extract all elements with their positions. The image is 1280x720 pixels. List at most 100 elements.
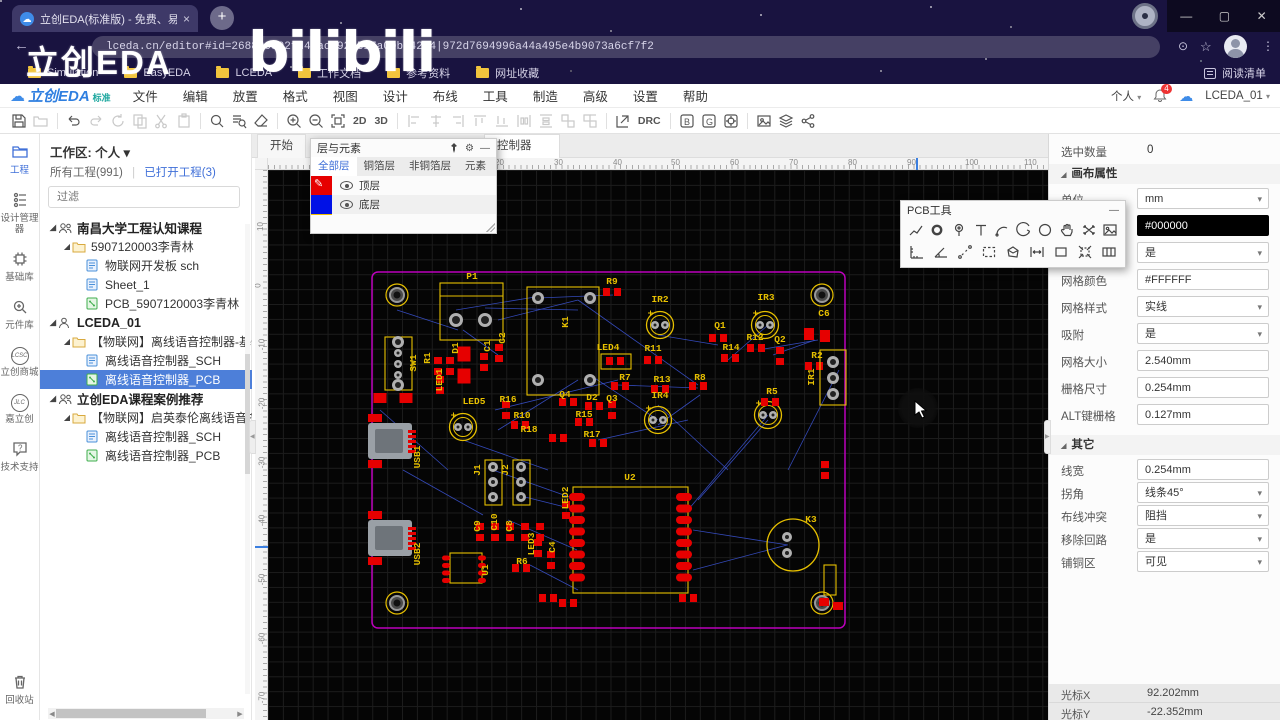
notifications-bell-icon[interactable]: 4 bbox=[1153, 84, 1172, 103]
search-icon[interactable] bbox=[206, 111, 228, 131]
solid-region-icon[interactable] bbox=[1003, 243, 1023, 261]
tools-minimize-icon[interactable]: — bbox=[1109, 205, 1119, 216]
scrollbar-thumb[interactable] bbox=[56, 709, 206, 718]
save-icon[interactable] bbox=[8, 111, 30, 131]
tree-caret-icon[interactable]: ◢ bbox=[48, 318, 58, 327]
bookmark-item[interactable]: LCEDA bbox=[216, 66, 272, 79]
origin-icon[interactable] bbox=[1075, 243, 1095, 261]
project-filter-input[interactable] bbox=[48, 186, 240, 208]
toolbar-drc-button[interactable]: DRC bbox=[634, 115, 665, 127]
property-select[interactable]: 是 ▾ bbox=[1137, 528, 1269, 549]
tree-item[interactable]: PCB_5907120003李青林 bbox=[40, 294, 252, 313]
circle-icon[interactable] bbox=[1037, 221, 1055, 239]
board-target-icon[interactable] bbox=[720, 111, 742, 131]
board-b-icon[interactable]: B bbox=[676, 111, 698, 131]
property-input[interactable]: #FFFFFF bbox=[1137, 269, 1269, 290]
new-tab-button[interactable]: + bbox=[210, 6, 234, 30]
personal-menu[interactable]: 个人 ▾ bbox=[1111, 88, 1141, 104]
all-projects-link[interactable]: 所有工程(991) bbox=[50, 167, 123, 179]
bookmark-item[interactable]: Simulation bbox=[28, 66, 98, 79]
track-icon[interactable] bbox=[907, 221, 925, 239]
property-select[interactable]: 是 ▾ bbox=[1137, 242, 1269, 263]
bookmark-item[interactable]: 参考资料 bbox=[387, 65, 450, 81]
rail-item-基础库[interactable]: 基础库 bbox=[0, 251, 40, 283]
menu-设置[interactable]: 设置 bbox=[633, 86, 658, 105]
tree-item[interactable]: ◢ 【物联网】启英泰伦离线语音控制器 - V2.0 bbox=[40, 408, 252, 427]
browser-tab[interactable]: ☁ 立创EDA(标准版) - 免费、易用 × bbox=[12, 5, 198, 32]
layers-tab-全部层[interactable]: 全部层 bbox=[311, 157, 357, 176]
layers-icon[interactable] bbox=[775, 111, 797, 131]
property-select[interactable]: mm ▾ bbox=[1137, 188, 1269, 209]
menu-高级[interactable]: 高级 bbox=[583, 86, 608, 105]
project-panel-hscrollbar[interactable]: ◀ ▶ bbox=[48, 708, 244, 719]
menu-设计[interactable]: 设计 bbox=[383, 86, 408, 105]
zoom-out-icon[interactable] bbox=[305, 111, 327, 131]
rect-icon[interactable] bbox=[1051, 243, 1071, 261]
text-icon[interactable] bbox=[972, 221, 990, 239]
rail-item-技术支持[interactable]: ? 技术支持 bbox=[0, 441, 40, 473]
window-maximize-button[interactable]: ▢ bbox=[1219, 9, 1230, 23]
flood-icon[interactable] bbox=[1080, 221, 1098, 239]
tree-item[interactable]: 离线语音控制器_PCB bbox=[40, 370, 252, 389]
menu-帮助[interactable]: 帮助 bbox=[683, 86, 708, 105]
property-select[interactable]: 阻挡 ▾ bbox=[1137, 505, 1269, 526]
toolbar-2d-button[interactable]: 2D bbox=[349, 115, 370, 127]
rail-item-立创商城[interactable]: LCSC 立创商城 bbox=[0, 347, 40, 378]
reading-list-button[interactable]: 阅读清单 bbox=[1204, 65, 1266, 81]
back-button[interactable]: ← bbox=[14, 37, 29, 54]
property-input[interactable]: 0.254mm bbox=[1137, 459, 1269, 480]
menu-视图[interactable]: 视图 bbox=[333, 86, 358, 105]
tree-item[interactable]: ◢ 南昌大学工程认知课程 bbox=[40, 218, 252, 237]
undo-icon[interactable] bbox=[63, 111, 85, 131]
image-icon[interactable] bbox=[1101, 221, 1119, 239]
tree-item[interactable]: ◢ LCEDA_01 bbox=[40, 313, 252, 332]
property-input[interactable]: #000000 bbox=[1137, 215, 1269, 236]
zoom-page-icon[interactable]: ⊙ bbox=[1178, 39, 1188, 53]
layer-color-swatch[interactable]: ✎ bbox=[311, 176, 332, 195]
pin-icon[interactable] bbox=[449, 143, 459, 153]
zoom-in-icon[interactable] bbox=[283, 111, 305, 131]
section-header-画布属性[interactable]: 画布属性 bbox=[1049, 164, 1280, 184]
menu-工具[interactable]: 工具 bbox=[483, 86, 508, 105]
layer-visibility-eye-icon[interactable] bbox=[340, 181, 353, 190]
panelize-icon[interactable] bbox=[1099, 243, 1119, 261]
address-bar[interactable]: lceda.cn/editor#id=268890d02fd45ac892051… bbox=[92, 36, 1160, 58]
pad-icon[interactable] bbox=[929, 221, 947, 239]
layers-settings-gear-icon[interactable]: ⚙ bbox=[465, 143, 474, 154]
bookmark-item[interactable]: EasyEDA bbox=[124, 66, 190, 79]
dimension-icon[interactable] bbox=[907, 243, 927, 261]
rail-item-嘉立创[interactable]: JLC 嘉立创 bbox=[0, 394, 40, 425]
project-panel-vscrollbar[interactable] bbox=[245, 224, 250, 694]
rail-item-设计管理器[interactable]: 设计管理器 bbox=[0, 192, 40, 235]
tree-item[interactable]: 物联网开发板 sch bbox=[40, 256, 252, 275]
scroll-left-arrow-icon[interactable]: ◀ bbox=[48, 710, 56, 718]
workspace-selector[interactable]: 工作区: 个人 ▾ bbox=[50, 142, 130, 161]
account-cloud-icon[interactable]: ☁ bbox=[1179, 88, 1193, 105]
arc-icon[interactable] bbox=[993, 221, 1011, 239]
menu-格式[interactable]: 格式 bbox=[283, 86, 308, 105]
tree-item[interactable]: ◢ 【物联网】离线语音控制器-基于启英泰伦C bbox=[40, 332, 252, 351]
bookmark-star-icon[interactable]: ☆ bbox=[1200, 39, 1212, 55]
layers-tab-非铜箔层[interactable]: 非铜箔层 bbox=[402, 157, 458, 176]
toolbar-3d-button[interactable]: 3D bbox=[370, 115, 391, 127]
menu-编辑[interactable]: 编辑 bbox=[183, 86, 208, 105]
layers-tab-元素[interactable]: 元素 bbox=[458, 157, 493, 176]
zoom-fit-icon[interactable] bbox=[327, 111, 349, 131]
property-select[interactable]: 可见 ▾ bbox=[1137, 551, 1269, 572]
browser-menu-icon[interactable]: ⋮ bbox=[1262, 39, 1274, 53]
layer-color-swatch[interactable] bbox=[311, 214, 332, 215]
bookmark-item[interactable]: 工作文档 bbox=[298, 65, 361, 81]
property-select[interactable]: 实线 ▾ bbox=[1137, 296, 1269, 317]
layer-color-swatch[interactable] bbox=[311, 195, 332, 214]
tree-caret-icon[interactable]: ◢ bbox=[48, 394, 58, 403]
tree-item[interactable]: 离线语音控制器_PCB bbox=[40, 446, 252, 465]
layer-row[interactable]: 底层 bbox=[311, 195, 496, 214]
property-select[interactable]: 是 ▾ bbox=[1137, 323, 1269, 344]
property-select[interactable]: 线条45° ▾ bbox=[1137, 482, 1269, 503]
photo-icon[interactable] bbox=[753, 111, 775, 131]
property-input[interactable]: 0.127mm bbox=[1137, 404, 1269, 425]
tree-caret-icon[interactable]: ◢ bbox=[48, 223, 58, 232]
menu-布线[interactable]: 布线 bbox=[433, 86, 458, 105]
import-icon[interactable] bbox=[612, 111, 634, 131]
pcb-tools-titlebar[interactable]: PCB工具 — bbox=[901, 201, 1125, 219]
